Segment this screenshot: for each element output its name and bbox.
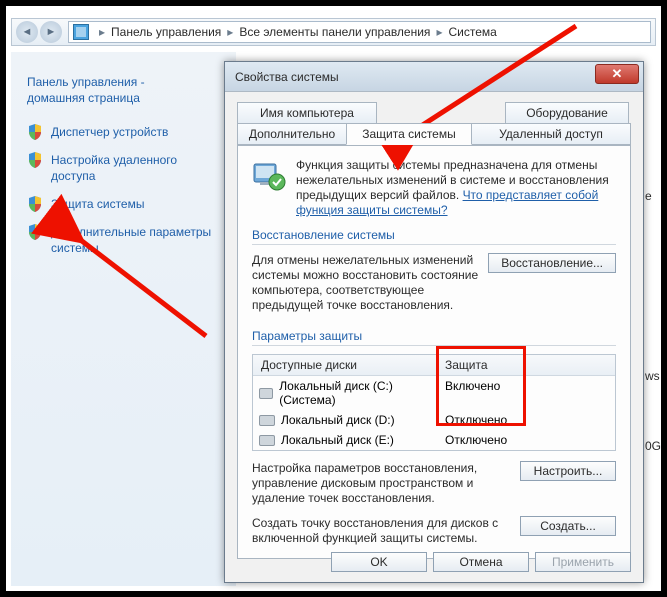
create-description: Создать точку восстановления для дисков … (252, 516, 512, 546)
col-available-disks[interactable]: Доступные диски (253, 355, 437, 375)
sidebar-item-device-manager[interactable]: Диспетчер устройств (27, 124, 220, 140)
disk-icon (259, 388, 273, 399)
system-protection-icon (252, 158, 286, 192)
chevron-right-icon: ▸ (436, 25, 442, 39)
sidebar-item-label: Дополнительные параметры системы (51, 224, 220, 256)
sidebar-item-remote-settings[interactable]: Настройка удаленного доступа (27, 152, 220, 184)
breadcrumb-seg-1[interactable]: Панель управления (111, 25, 221, 39)
shield-icon (27, 224, 43, 240)
disk-icon (259, 415, 275, 426)
close-button[interactable]: ✕ (595, 64, 639, 84)
disk-row[interactable]: Локальный диск (C:) (Система) Включено (253, 376, 615, 410)
nav-back-button[interactable]: ◄ (16, 21, 38, 43)
chevron-right-icon: ▸ (227, 25, 233, 39)
disk-table: Доступные диски Защита Локальный диск (C… (252, 354, 616, 451)
control-panel-icon (73, 24, 89, 40)
configure-description: Настройка параметров восстановления, упр… (252, 461, 512, 506)
disk-row[interactable]: Локальный диск (D:) Отключено (253, 410, 615, 430)
restore-group-title: Восстановление системы (252, 228, 616, 242)
disk-icon (259, 435, 275, 446)
tab-computer-name[interactable]: Имя компьютера (237, 102, 377, 124)
system-properties-dialog: Свойства системы ✕ Имя компьютера Защита… (224, 61, 644, 583)
col-protection[interactable]: Защита (437, 355, 615, 375)
dialog-title: Свойства системы (235, 70, 339, 84)
dialog-titlebar[interactable]: Свойства системы ✕ (225, 62, 643, 92)
tab-hardware[interactable]: Оборудование (505, 102, 629, 124)
sidebar-item-label: Диспетчер устройств (51, 124, 168, 140)
breadcrumb-seg-2[interactable]: Все элементы панели управления (239, 25, 430, 39)
ok-button[interactable]: OK (331, 552, 427, 572)
control-panel-home-link[interactable]: Панель управления - домашняя страница (27, 74, 220, 106)
create-button[interactable]: Создать... (520, 516, 616, 536)
nav-forward-button[interactable]: ► (40, 21, 62, 43)
apply-button[interactable]: Применить (535, 552, 631, 572)
sidebar-item-advanced-system-settings[interactable]: Дополнительные параметры системы (27, 224, 220, 256)
restore-description: Для отмены нежелательных изменений систе… (252, 253, 480, 313)
tab-remote[interactable]: Удаленный доступ (471, 123, 631, 145)
protection-group-title: Параметры защиты (252, 329, 616, 343)
sidebar-item-label: Настройка удаленного доступа (51, 152, 220, 184)
shield-icon (27, 196, 43, 212)
sidebar: Панель управления - домашняя страница Ди… (11, 52, 236, 586)
sidebar-item-system-protection[interactable]: Защита системы (27, 196, 220, 212)
sidebar-item-label: Защита системы (51, 196, 144, 212)
tab-system-protection[interactable]: Защита системы (346, 123, 472, 145)
address-bar: ◄ ► ▸ Панель управления ▸ Все элементы п… (11, 18, 656, 46)
breadcrumb-seg-3[interactable]: Система (448, 25, 496, 39)
configure-button[interactable]: Настроить... (520, 461, 616, 481)
cropped-text: е ws 0G (645, 166, 659, 476)
restore-button[interactable]: Восстановление... (488, 253, 616, 273)
tab-advanced[interactable]: Дополнительно (237, 123, 347, 145)
shield-icon (27, 152, 43, 168)
chevron-right-icon: ▸ (99, 25, 105, 39)
shield-icon (27, 124, 43, 140)
cancel-button[interactable]: Отмена (433, 552, 529, 572)
info-text: Функция защиты системы предназначена для… (296, 158, 616, 218)
disk-row[interactable]: Локальный диск (E:) Отключено (253, 430, 615, 450)
